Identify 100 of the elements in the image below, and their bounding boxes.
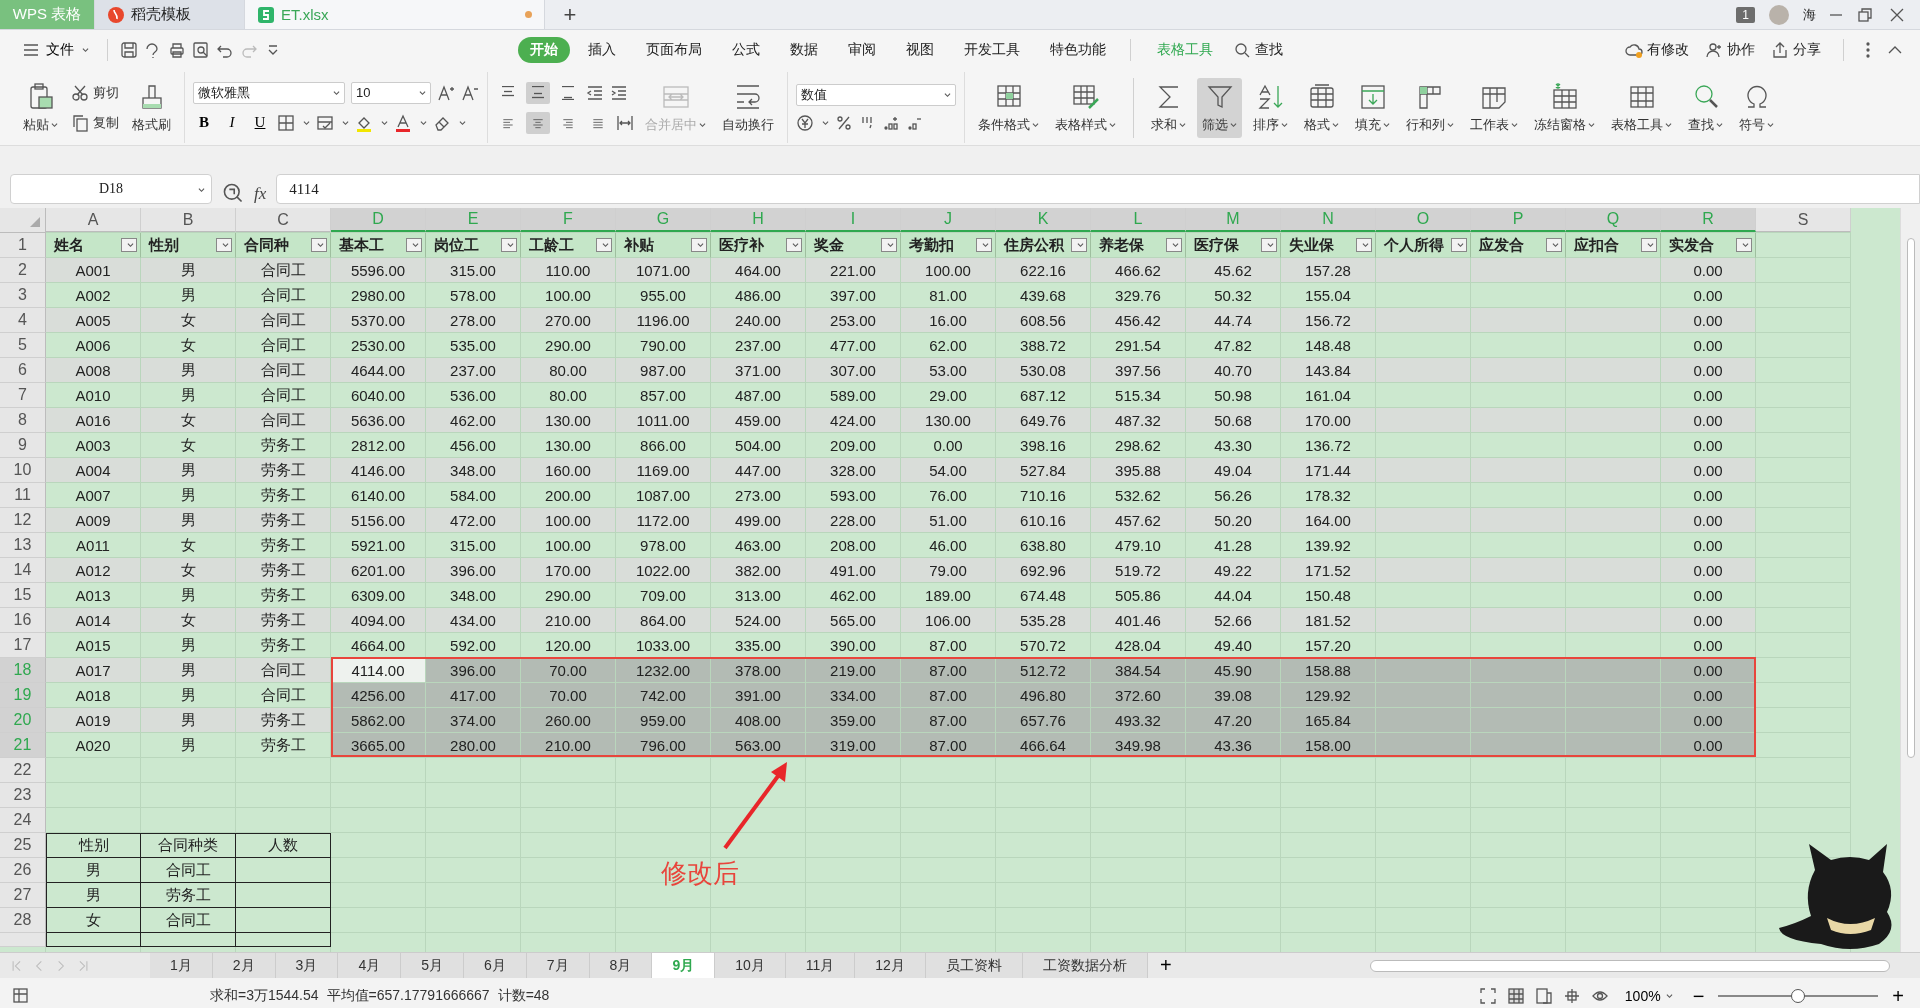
zoom-in-button[interactable]: + [1888,984,1908,1008]
sheet-tab[interactable]: 11月 [785,953,856,978]
bold-button[interactable]: B [193,111,215,134]
sheet-tab[interactable]: 员工资料 [925,953,1023,978]
ribbon-tab[interactable]: 视图 [894,37,946,63]
ribbon-tab[interactable]: 开发工具 [952,37,1032,63]
row-header[interactable]: 6 [0,358,46,383]
filter-button[interactable] [1356,238,1372,252]
row-header[interactable]: 26 [0,858,46,883]
ribbon-button[interactable]: 条件格式 [973,77,1044,138]
filter-button[interactable] [1736,238,1752,252]
sheet-tab[interactable]: 8月 [589,953,653,978]
add-sheet-button[interactable]: + [1147,953,1184,978]
row-header[interactable]: 28 [0,908,46,933]
vertical-align-button[interactable] [526,81,550,104]
sheet-tab[interactable]: 6月 [464,953,527,978]
italic-button[interactable]: I [221,111,243,134]
sheet-tab[interactable]: 5月 [401,953,464,978]
row-header[interactable]: 16 [0,608,46,633]
ribbon-tab[interactable]: 特色功能 [1038,37,1118,63]
row-header[interactable]: 10 [0,458,46,483]
row-header[interactable]: 5 [0,333,46,358]
ribbon-button[interactable]: 格式 [1299,77,1344,138]
user-name[interactable]: 海 [1803,5,1816,24]
sheet-tab[interactable]: 4月 [338,953,402,978]
ribbon-tab[interactable]: 插入 [576,37,628,63]
underline-button[interactable]: U [249,111,271,134]
row-header[interactable]: 8 [0,408,46,433]
paste-button[interactable]: 粘贴 [18,77,63,138]
function-button[interactable]: fx [254,184,267,204]
filter-button[interactable] [1546,238,1562,252]
ribbon-button[interactable]: 工作表 [1465,77,1523,138]
ribbon-button[interactable]: 表格样式 [1050,77,1121,138]
row-header[interactable]: 22 [0,758,46,783]
row-header[interactable]: 13 [0,533,46,558]
filter-button[interactable] [786,238,802,252]
copy-button[interactable]: 复制 [69,111,121,134]
row-header[interactable]: 2 [0,258,46,283]
filter-button[interactable] [691,238,707,252]
ribbon-button[interactable]: 求和 [1146,77,1191,138]
column-header[interactable]: C [236,208,331,232]
filter-button[interactable] [1071,238,1087,252]
ribbon-button[interactable]: 查找 [1683,77,1728,138]
sheet-tab[interactable]: 工资数据分析 [1022,953,1148,978]
name-box[interactable]: D18 [10,174,212,204]
ribbon-button[interactable]: 表格工具 [1606,77,1677,138]
ribbon-button[interactable]: 符号 [1734,77,1779,138]
filter-button[interactable] [881,238,897,252]
column-header[interactable]: A [46,208,141,232]
formula-field[interactable]: 4114 [276,174,1920,204]
row-header[interactable]: 24 [0,808,46,833]
wrap-text-button[interactable]: 自动换行 [717,77,779,138]
ribbon-button[interactable]: 行和列 [1401,77,1459,138]
font-size-select[interactable]: 10 [351,81,431,104]
filter-button[interactable] [976,238,992,252]
ribbon-tab[interactable]: 审阅 [836,37,888,63]
sheet-tab[interactable]: 7月 [526,953,590,978]
row-header[interactable]: 25 [0,833,46,858]
column-header[interactable]: S [1756,208,1851,232]
filter-button[interactable] [406,238,422,252]
toolbar-action[interactable]: 分享 [1771,41,1821,59]
window-count[interactable]: 1 [1736,6,1755,23]
row-header[interactable]: 14 [0,558,46,583]
row-header[interactable]: 4 [0,308,46,333]
row-header[interactable]: 15 [0,583,46,608]
document-tab[interactable]: 稻壳模板 [95,0,245,29]
row-header[interactable]: 11 [0,483,46,508]
filter-button[interactable] [501,238,517,252]
sheet-tab[interactable]: 3月 [275,953,339,978]
row-header[interactable]: 17 [0,633,46,658]
row-header[interactable]: 1 [0,233,46,258]
filter-button[interactable] [216,238,232,252]
filter-button[interactable] [1166,238,1182,252]
toolbar-action[interactable]: 有修改 [1625,41,1689,59]
filter-button[interactable] [1261,238,1277,252]
font-family-select[interactable]: 微软雅黑 [193,81,345,104]
row-header[interactable]: 9 [0,433,46,458]
filter-button[interactable] [1451,238,1467,252]
zoom-out-button[interactable]: − [1688,984,1709,1008]
filter-button[interactable] [596,238,612,252]
ribbon-tab[interactable]: 页面布局 [634,37,714,63]
slider-thumb[interactable] [1791,989,1806,1003]
row-header[interactable]: 23 [0,783,46,808]
ribbon-tab[interactable]: 数据 [778,37,830,63]
row-header[interactable]: 7 [0,383,46,408]
ribbon-button[interactable]: 筛选 [1197,77,1242,138]
sheet-tab[interactable]: 10月 [715,953,786,978]
filter-button[interactable] [311,238,327,252]
row-header[interactable]: 12 [0,508,46,533]
number-format-select[interactable]: 数值 [796,83,956,106]
vertical-scrollbar[interactable] [1900,208,1920,952]
toolbar-action[interactable]: 协作 [1705,41,1755,59]
ribbon-button[interactable]: 填充 [1350,77,1395,138]
filter-button[interactable] [121,238,137,252]
cut-button[interactable]: 剪切 [69,81,121,104]
row-header[interactable]: 27 [0,883,46,908]
new-tab-button[interactable]: + [545,0,595,29]
format-painter-button[interactable]: 格式刷 [127,77,176,138]
row-header[interactable]: 3 [0,283,46,308]
file-menu[interactable]: 文件 [16,37,95,63]
